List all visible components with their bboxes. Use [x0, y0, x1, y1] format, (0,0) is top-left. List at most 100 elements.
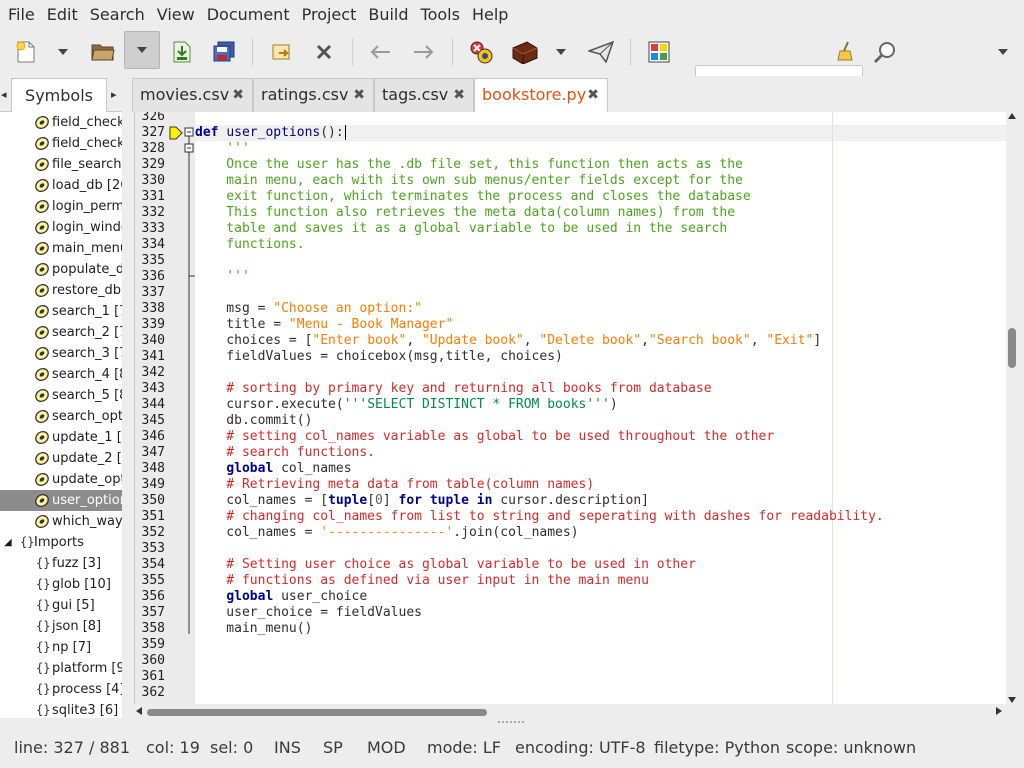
menu-help[interactable]: Help: [466, 0, 514, 30]
color-chooser-icon[interactable]: [642, 34, 676, 70]
line-number: 356: [141, 589, 165, 604]
build-icon[interactable]: [508, 34, 542, 70]
save-all-icon[interactable]: [208, 34, 240, 70]
symbol-item[interactable]: load_db [26: [0, 175, 122, 196]
save-icon[interactable]: [167, 34, 197, 70]
symbol-item[interactable]: search_opti: [0, 406, 122, 427]
recent-dropdown-icon[interactable]: [124, 31, 160, 69]
menu-project[interactable]: Project: [296, 0, 363, 30]
symbol-item[interactable]: {} json [8]: [0, 616, 122, 637]
menu-file[interactable]: File: [2, 0, 41, 30]
symbol-item[interactable]: field_check: [0, 112, 122, 133]
close-icon[interactable]: [310, 34, 338, 70]
status-scope: scope: unknown: [786, 738, 917, 757]
symbol-label: search_1 [7: [52, 304, 122, 319]
symbol-item[interactable]: main_menu: [0, 238, 122, 259]
code-line: fieldValues = choicebox(msg,title, choic…: [195, 349, 563, 364]
symbol-label: main_menu: [52, 241, 122, 256]
tab-symbols[interactable]: Symbols: [11, 78, 107, 112]
vertical-scroll-thumb[interactable]: [1008, 328, 1016, 368]
menu-edit[interactable]: Edit: [41, 0, 84, 30]
line-number: 345: [141, 413, 165, 428]
status-encoding: encoding: UTF-8: [515, 738, 646, 757]
symbol-item[interactable]: {} glob [10]: [0, 574, 122, 595]
symbol-item[interactable]: update_opt: [0, 469, 122, 490]
symbol-item[interactable]: search_4 [8: [0, 364, 122, 385]
long-line-marker: [832, 112, 833, 704]
symbol-group-imports[interactable]: ◢{} Imports: [0, 532, 122, 553]
symbol-item[interactable]: which_way: [0, 511, 122, 532]
build-dropdown-icon[interactable]: [552, 34, 570, 70]
forward-arrow-icon[interactable]: [408, 34, 440, 70]
symbol-item[interactable]: field_check: [0, 133, 122, 154]
symbol-item[interactable]: search_3 [7: [0, 343, 122, 364]
symbol-item[interactable]: {} gui [5]: [0, 595, 122, 616]
menu-view[interactable]: View: [151, 0, 201, 30]
sidebar-tab-right-arrow-icon[interactable]: ▸: [111, 88, 117, 101]
line-number: 360: [141, 653, 165, 668]
symbol-item[interactable]: {} np [7]: [0, 637, 122, 658]
symbol-item[interactable]: search_5 [8: [0, 385, 122, 406]
fold-margin[interactable]: [183, 112, 195, 704]
function-icon: [34, 325, 50, 340]
collapse-triangle-icon[interactable]: ◢: [4, 532, 12, 553]
menu-tools[interactable]: Tools: [415, 0, 466, 30]
symbol-item[interactable]: update_2 [5: [0, 448, 122, 469]
pane-resize-handle[interactable]: [498, 721, 524, 725]
symbol-item[interactable]: login_windo: [0, 217, 122, 238]
tab-close-icon[interactable]: ✖: [232, 79, 244, 111]
tab-tags-csv[interactable]: tags.csv ✖: [374, 78, 474, 112]
symbol-item[interactable]: update_1 [5: [0, 427, 122, 448]
menu-build[interactable]: Build: [362, 0, 414, 30]
code-area[interactable]: def user_options(): ''' Once the user ha…: [195, 112, 1006, 704]
dropdown-arrow-icon[interactable]: [54, 34, 72, 70]
line-number: 357: [141, 605, 165, 620]
run-icon[interactable]: [584, 34, 618, 70]
symbol-item[interactable]: user_option: [0, 490, 122, 511]
symbol-item[interactable]: file_search: [0, 154, 122, 175]
horizontal-scroll-thumb[interactable]: [147, 709, 487, 716]
symbol-item[interactable]: {} sqlite3 [6]: [0, 700, 122, 718]
menu-search[interactable]: Search: [84, 0, 151, 30]
clear-search-icon[interactable]: [834, 33, 858, 69]
code-editor[interactable]: 326 327 328 329 330 331 332 333 334 335 336 337 338 3…: [134, 112, 1006, 704]
function-icon: [34, 199, 50, 214]
tab-close-icon[interactable]: ✖: [587, 79, 599, 111]
function-icon: [34, 262, 50, 277]
tab-bookstore-py[interactable]: bookstore.py ✖: [474, 78, 608, 112]
menu-document[interactable]: Document: [201, 0, 296, 30]
symbol-item[interactable]: populate_dl: [0, 259, 122, 280]
tab-ratings-csv[interactable]: ratings.csv ✖: [253, 78, 374, 112]
code-line: exit function, which terminates the proc…: [195, 189, 751, 204]
open-folder-icon[interactable]: [88, 34, 118, 70]
tab-close-icon[interactable]: ✖: [453, 79, 465, 111]
symbol-item[interactable]: {} platform [9: [0, 658, 122, 679]
braces-icon: {}: [36, 619, 51, 633]
symbol-label: load_db [26: [52, 178, 122, 193]
find-icon[interactable]: [870, 34, 900, 70]
sidebar-tab-left-arrow-icon[interactable]: ◂: [1, 88, 7, 101]
line-number: 329: [141, 157, 165, 172]
symbol-item[interactable]: search_2 [7: [0, 322, 122, 343]
symbol-label: search_5 [8: [52, 388, 122, 403]
back-arrow-icon[interactable]: [364, 34, 396, 70]
symbol-item[interactable]: {} fuzz [3]: [0, 553, 122, 574]
compile-icon[interactable]: [464, 34, 498, 70]
code-line: # Retrieving meta data from table(column…: [195, 477, 595, 492]
vertical-scrollbar[interactable]: [1006, 112, 1018, 706]
symbol-label: field_check: [52, 136, 122, 151]
symbol-item[interactable]: login_permi: [0, 196, 122, 217]
line-number: 331: [141, 189, 165, 204]
new-file-icon[interactable]: [10, 34, 42, 70]
function-icon: [34, 514, 50, 529]
line-number: 346: [141, 429, 165, 444]
revert-icon[interactable]: [266, 34, 298, 70]
symbol-item[interactable]: search_1 [7: [0, 301, 122, 322]
status-line: line: 327 / 881: [14, 738, 130, 757]
tab-movies-csv[interactable]: movies.csv ✖: [132, 78, 253, 112]
symbol-item[interactable]: {} process [4]: [0, 679, 122, 700]
code-line: # setting col_names variable as global t…: [195, 429, 775, 444]
tab-close-icon[interactable]: ✖: [353, 79, 365, 111]
symbol-item[interactable]: restore_db: [0, 280, 122, 301]
overflow-dropdown-icon[interactable]: [994, 34, 1012, 70]
